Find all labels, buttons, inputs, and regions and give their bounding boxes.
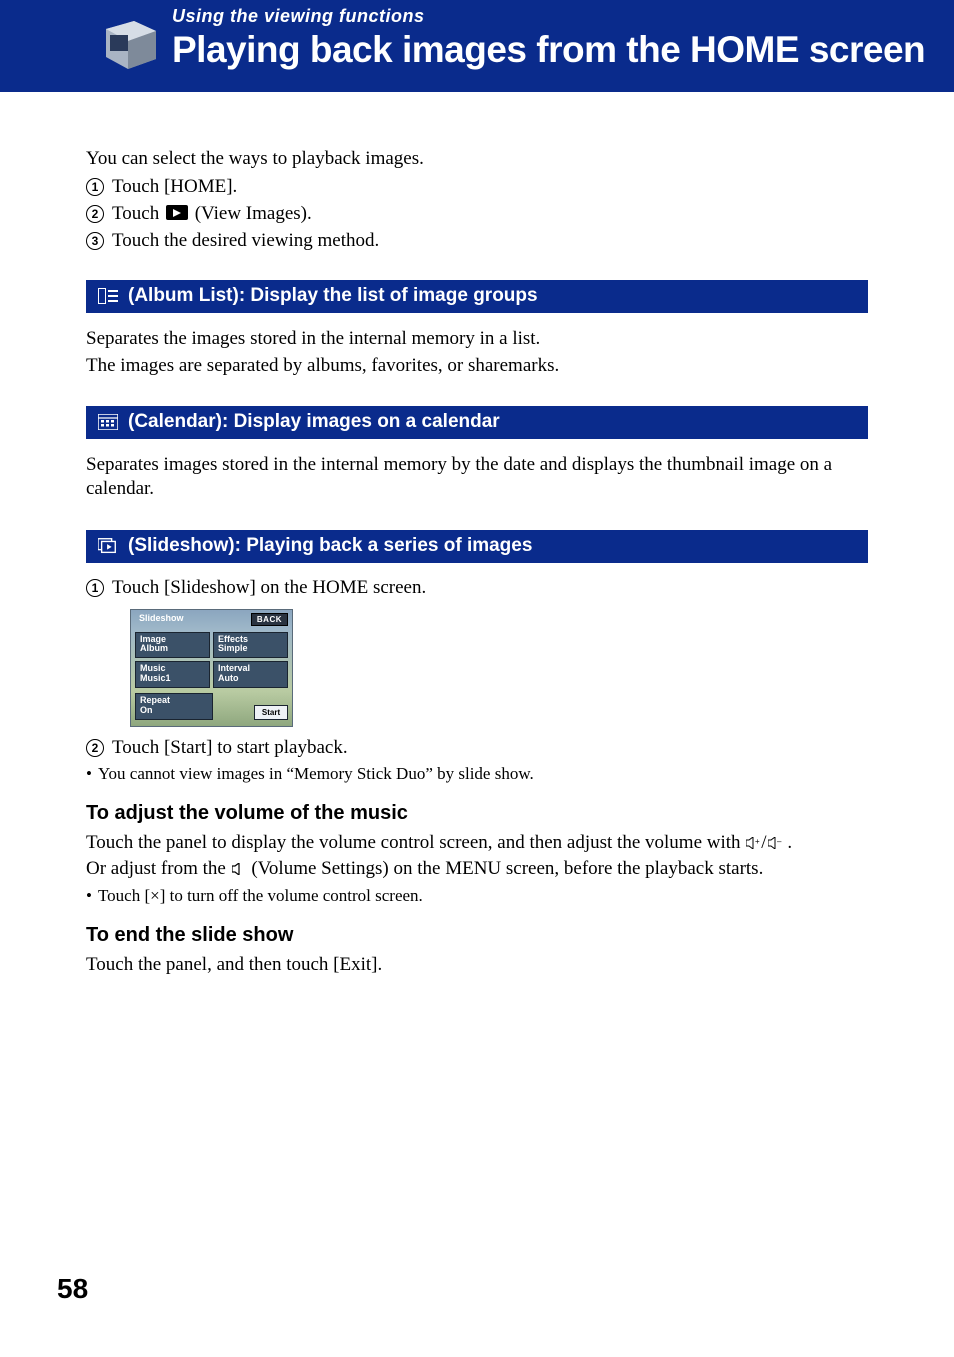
ss-cell-effects: Effects Simple xyxy=(213,632,288,659)
step-number-icon: 2 xyxy=(86,739,104,757)
subheading-volume: To adjust the volume of the music xyxy=(86,802,868,825)
section-bar-text: (Calendar): Display images on a calendar xyxy=(128,411,500,433)
step-text: Touch [HOME]. xyxy=(112,176,868,198)
text-fragment: Touch the panel to display the volume co… xyxy=(86,832,745,853)
subheading-end: To end the slide show xyxy=(86,924,868,947)
text-fragment: . xyxy=(783,832,793,853)
volume-minus-icon: – xyxy=(768,837,782,849)
section-category: Using the viewing functions xyxy=(172,6,954,27)
ss-cell-repeat: Repeat On xyxy=(135,693,213,720)
monitor-cube-icon xyxy=(98,9,164,75)
step-3: 3 Touch the desired viewing method. xyxy=(86,230,868,252)
ss-cell-interval: Interval Auto xyxy=(213,661,288,688)
section-bar-calendar: (Calendar): Display images on a calendar xyxy=(86,406,868,439)
section-bar-album-list: (Album List): Display the list of image … xyxy=(86,280,868,313)
album-list-icon xyxy=(98,288,118,304)
slideshow-icon xyxy=(98,538,118,554)
page-number: 58 xyxy=(57,1273,88,1305)
slideshow-step-1: 1 Touch [Slideshow] on the HOME screen. xyxy=(86,577,868,599)
step-number-icon: 1 xyxy=(86,579,104,597)
body-text: Touch the panel to display the volume co… xyxy=(86,831,868,855)
step-2: 2 Touch (View Images). xyxy=(86,203,868,225)
volume-icon xyxy=(232,863,246,875)
text-fragment: (View Images). xyxy=(190,203,312,224)
step-number-icon: 1 xyxy=(86,178,104,196)
ss-value: On xyxy=(140,706,208,716)
bullet-note: • Touch [×] to turn off the volume contr… xyxy=(86,886,868,906)
volume-plus-icon: + xyxy=(746,837,760,849)
page-content: You can select the ways to playback imag… xyxy=(0,92,954,977)
body-text: The images are separated by albums, favo… xyxy=(86,354,868,378)
step-number-icon: 3 xyxy=(86,232,104,250)
page-header-banner: Using the viewing functions Playing back… xyxy=(0,0,954,92)
section-bar-slideshow: (Slideshow): Playing back a series of im… xyxy=(86,530,868,563)
step-text: Touch [Slideshow] on the HOME screen. xyxy=(112,577,868,599)
bullet-dot: • xyxy=(86,886,92,906)
body-text: Separates the images stored in the inter… xyxy=(86,327,868,351)
bullet-text: Touch [×] to turn off the volume control… xyxy=(98,886,423,906)
step-number-icon: 2 xyxy=(86,205,104,223)
svg-text:–: – xyxy=(777,837,782,846)
body-text: Or adjust from the (Volume Settings) on … xyxy=(86,857,868,881)
slideshow-screenshot: Slideshow BACK Image Album Effects Simpl… xyxy=(130,609,293,727)
svg-text:+: + xyxy=(755,837,760,846)
ss-title: Slideshow xyxy=(139,613,184,626)
text-fragment: Or adjust from the xyxy=(86,858,231,879)
bullet-dot: • xyxy=(86,764,92,784)
ss-value: Auto xyxy=(218,674,283,684)
section-bar-text: (Album List): Display the list of image … xyxy=(128,285,538,307)
step-text: Touch (View Images). xyxy=(112,203,868,225)
ss-value: Simple xyxy=(218,644,283,654)
ss-cell-image: Image Album xyxy=(135,632,210,659)
bullet-note: • You cannot view images in “Memory Stic… xyxy=(86,764,868,784)
step-1: 1 Touch [HOME]. xyxy=(86,176,868,198)
section-bar-text: (Slideshow): Playing back a series of im… xyxy=(128,535,532,557)
ss-back-button: BACK xyxy=(251,613,288,626)
ss-value: Music1 xyxy=(140,674,205,684)
bullet-text: You cannot view images in “Memory Stick … xyxy=(98,764,534,784)
text-fragment: Touch xyxy=(112,203,164,224)
intro-text: You can select the ways to playback imag… xyxy=(86,147,868,171)
view-images-icon xyxy=(166,205,188,220)
text-fragment: (Volume Settings) on the MENU screen, be… xyxy=(247,858,764,879)
calendar-icon xyxy=(98,414,118,430)
body-text: Separates images stored in the internal … xyxy=(86,453,868,502)
step-text: Touch [Start] to start playback. xyxy=(112,737,868,759)
ss-start-button: Start xyxy=(254,705,288,720)
page-title: Playing back images from the HOME screen xyxy=(172,29,954,72)
slideshow-step-2: 2 Touch [Start] to start playback. xyxy=(86,737,868,759)
step-text: Touch the desired viewing method. xyxy=(112,230,868,252)
body-text: Touch the panel, and then touch [Exit]. xyxy=(86,953,868,977)
ss-cell-music: Music Music1 xyxy=(135,661,210,688)
ss-value: Album xyxy=(140,644,205,654)
